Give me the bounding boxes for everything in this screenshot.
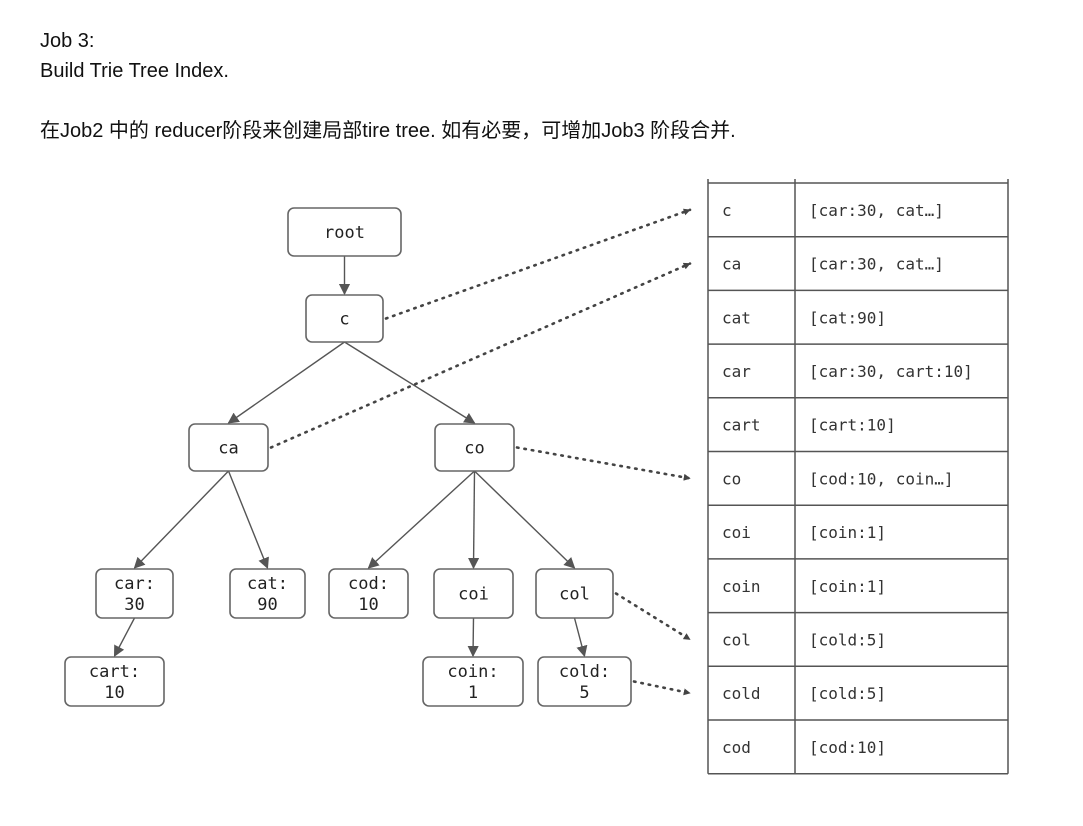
pointer-co-to-co bbox=[515, 446, 692, 481]
trie-node-car: car:30 bbox=[95, 568, 174, 619]
table-row: col [cold:5] bbox=[722, 630, 886, 649]
table-key: cold bbox=[722, 684, 761, 703]
trie-node-label: col bbox=[559, 585, 590, 605]
table-value: [cold:5] bbox=[809, 630, 886, 649]
table-value: [car:30, cat…] bbox=[809, 255, 944, 274]
trie-node-cat: cat:90 bbox=[229, 568, 306, 619]
tree-nodes: rootcca cocar:30cat:90cod:10coi colcart:10… bbox=[64, 207, 632, 707]
table-value: [car:30, cart:10] bbox=[809, 362, 973, 381]
table-row: coi [coin:1] bbox=[722, 523, 886, 542]
trie-node-c: c bbox=[305, 294, 384, 343]
edge-co-cod bbox=[367, 470, 475, 569]
table-key: col bbox=[722, 630, 751, 649]
trie-node-label: cat: bbox=[247, 574, 288, 594]
trie-node-cod: cod:10 bbox=[328, 568, 409, 619]
edge-coi-coin bbox=[467, 617, 479, 658]
pointer-c-to-c bbox=[384, 208, 692, 320]
table-row: c [car:30, cat…] bbox=[722, 201, 944, 220]
trie-node-cart: cart:10 bbox=[64, 656, 165, 707]
trie-node-label: co bbox=[464, 439, 484, 459]
table-value: [cod:10, coin…] bbox=[809, 469, 954, 488]
edge-car-cart bbox=[113, 617, 136, 657]
table-row: cold [cold:5] bbox=[722, 684, 886, 703]
trie-node-coi: coi bbox=[433, 568, 514, 619]
table-value: [coin:1] bbox=[809, 523, 886, 542]
table-row: cart [cart:10] bbox=[722, 416, 896, 435]
table-key: car bbox=[722, 362, 751, 381]
index-table: c [car:30, cat…] ca [car:30, cat…] cat [cat:9… bbox=[707, 179, 1009, 775]
edge-co-col bbox=[474, 470, 576, 569]
trie-node-label: ca bbox=[218, 439, 238, 459]
table-row: co [cod:10, coin…] bbox=[722, 469, 954, 488]
edge-col-cold bbox=[573, 617, 588, 658]
trie-node-label: root bbox=[324, 223, 365, 243]
table-value: [car:30, cat…] bbox=[809, 201, 944, 220]
table-key: cod bbox=[722, 738, 751, 757]
table-key: coi bbox=[722, 523, 751, 542]
pointer-cold-to-cold bbox=[632, 680, 692, 696]
table-key: cat bbox=[722, 308, 751, 327]
table-row: coin [coin:1] bbox=[722, 577, 886, 596]
trie-node-label: cold: bbox=[559, 662, 610, 682]
pointer-col-to-col bbox=[614, 592, 692, 641]
table-key: cart bbox=[722, 416, 761, 435]
table-key: ca bbox=[722, 255, 741, 274]
trie-node-label: coin: bbox=[447, 662, 498, 682]
trie-node-label: 1 bbox=[468, 683, 478, 703]
table-key: coin bbox=[722, 577, 761, 596]
table-key: c bbox=[722, 201, 732, 220]
table-row: cod [cod:10] bbox=[722, 738, 886, 757]
trie-node-label: 90 bbox=[257, 595, 277, 615]
trie-node-co: co bbox=[434, 423, 515, 472]
table-value: [cold:5] bbox=[809, 684, 886, 703]
edge-co-coi bbox=[468, 470, 480, 570]
table-value: [cart:10] bbox=[809, 416, 896, 435]
table-row: car [car:30, cart:10] bbox=[722, 362, 973, 381]
trie-node-label: 10 bbox=[358, 595, 378, 615]
edge-c-ca bbox=[227, 341, 345, 424]
trie-node-ca: ca bbox=[188, 423, 269, 472]
trie-node-label: cod: bbox=[348, 574, 389, 594]
trie-node-col: col bbox=[535, 568, 614, 619]
trie-node-label: coi bbox=[458, 585, 489, 605]
table-key: co bbox=[722, 469, 741, 488]
trie-node-label: 30 bbox=[124, 595, 144, 615]
trie-node-label: 5 bbox=[579, 683, 589, 703]
table-value: [coin:1] bbox=[809, 577, 886, 596]
edge-ca-car bbox=[133, 470, 230, 569]
edge-ca-cat bbox=[227, 470, 269, 570]
table-row: cat [cat:90] bbox=[722, 308, 886, 327]
table-value: [cod:10] bbox=[809, 738, 886, 757]
table-value: [cat:90] bbox=[809, 308, 886, 327]
trie-node-coin: coin:1 bbox=[422, 656, 524, 707]
trie-node-label: cart: bbox=[89, 662, 140, 682]
table-row: ca [car:30, cat…] bbox=[722, 255, 944, 274]
trie-node-label: 10 bbox=[104, 683, 124, 703]
trie-diagram: c [car:30, cat…] ca [car:30, cat…] cat [cat:9… bbox=[64, 179, 1009, 775]
trie-node-label: c bbox=[339, 310, 349, 330]
trie-node-root: root bbox=[287, 207, 402, 257]
trie-node-label: car: bbox=[114, 574, 155, 594]
pointer-ca-to-ca bbox=[269, 262, 692, 449]
trie-node-cold: cold:5 bbox=[537, 656, 632, 707]
edge-c-co bbox=[344, 341, 476, 424]
